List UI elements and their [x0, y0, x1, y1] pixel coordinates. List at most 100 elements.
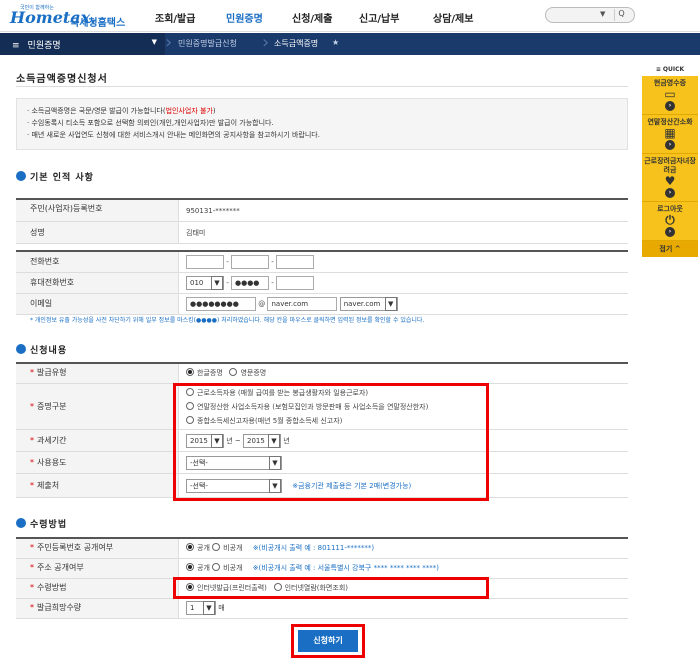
menu-application[interactable]: 신청/제출: [292, 10, 332, 25]
name-value: 김태미: [186, 229, 206, 237]
quick-logout[interactable]: 로그아웃 ⏻ ›: [642, 202, 698, 241]
menu-inquiry[interactable]: 조회/발급: [155, 10, 195, 25]
bullet-icon: [16, 344, 26, 354]
email-id-input[interactable]: ●●●●●●●●: [186, 297, 256, 311]
chevron-down-icon: ▼: [384, 297, 397, 311]
label: * 제출처: [16, 474, 179, 497]
at-sign: @: [258, 300, 266, 308]
email-domain-input[interactable]: naver.com: [267, 297, 338, 311]
label: * 주민등록번호 공개여부: [16, 539, 179, 558]
label: 전화번호: [16, 252, 179, 272]
radio-checked-icon: [186, 368, 194, 376]
highlight-box: [291, 624, 365, 658]
logo-korean: 국세청홈택스: [70, 18, 126, 29]
hamburger-icon: ≡: [12, 41, 20, 51]
arrow-icon: ›: [665, 140, 675, 150]
label: 성명: [16, 222, 179, 243]
phone-part2[interactable]: [230, 255, 269, 269]
basic-info-table: 주민(사업자)등록번호 950131-******* 성명 김태미: [16, 198, 628, 244]
quick-close-button[interactable]: 접기 ^: [642, 241, 698, 257]
label: 이메일: [16, 294, 179, 314]
phone-part3[interactable]: [275, 255, 314, 269]
bullet-icon: [16, 518, 26, 528]
highlight-box: [173, 383, 489, 501]
notice-line-1: · 소득금액증명은 국문/영문 발급이 가능합니다(법인사업자 불가): [27, 107, 216, 115]
rrn-closed-radio[interactable]: 비공개: [212, 543, 242, 552]
chevron-right-icon: ›: [262, 32, 270, 53]
radio-icon: [229, 368, 238, 376]
rrn-hint: ※(비공개시 출력 예 : 801111-*******): [252, 544, 375, 552]
radio-icon: [212, 543, 221, 551]
row-rrn: 주민(사업자)등록번호 950131-*******: [16, 200, 628, 222]
arrow-icon: ›: [665, 101, 675, 111]
row-addr-open: * 주소 공개여부 공개 비공개 ※(비공개시 출력 예 : 서울특별시 강북구 …: [16, 559, 628, 579]
logout-icon: ⏻: [665, 213, 675, 227]
label: * 수령방법: [16, 579, 179, 598]
star-icon[interactable]: ★: [332, 38, 339, 47]
radio-icon: [212, 563, 221, 571]
arrow-icon: ›: [665, 188, 675, 198]
row-phone: 전화번호 - -: [16, 252, 628, 273]
menu-report[interactable]: 신고/납부: [359, 10, 399, 25]
rrn-value: 950131-*******: [186, 207, 240, 215]
row-copies: * 발급희망수량 1 ▼ 매: [16, 599, 628, 619]
notice-box: · 소득금액증명은 국문/영문 발급이 가능합니다(법인사업자 불가) · 수임…: [16, 98, 628, 150]
label: * 사용용도: [16, 452, 179, 473]
top-header: 국민이 함께하는 Hometax. 국세청홈택스 조회/발급 민원증명 신청/제…: [0, 0, 700, 32]
quick-title: ≡ QUICK: [655, 66, 685, 73]
label: 휴대전화번호: [16, 273, 179, 293]
radio-checked-icon: [186, 543, 194, 551]
lang-en-radio[interactable]: 영문증명: [229, 368, 266, 377]
navigation-bar: ≡ 민원증명 ▼ › 민원증명발급신청 › 소득금액증명 ★: [0, 33, 700, 55]
quick-year-end[interactable]: 연말정산간소화 ▦ ›: [642, 115, 698, 154]
rrn-open-radio[interactable]: 공개: [186, 543, 210, 552]
section-basic-title: 기본 인적 사항: [16, 170, 94, 183]
row-mobile: 휴대전화번호 010 ▼ - ●●●● -: [16, 273, 628, 294]
row-name: 성명 김태미: [16, 222, 628, 244]
chevron-down-icon: ▼: [203, 601, 215, 615]
phone-part1[interactable]: [186, 255, 224, 269]
document-icon: ▦: [664, 126, 676, 140]
global-search[interactable]: ▼ Q: [545, 7, 635, 23]
chevron-down-icon: ▼: [211, 276, 223, 290]
row-email: 이메일 ●●●●●●●● @ naver.com naver.com ▼: [16, 294, 628, 315]
bullet-icon: [16, 171, 26, 181]
email-domain-select[interactable]: naver.com ▼: [339, 297, 398, 311]
row-language: * 발급유형 한글증명 영문증명: [16, 364, 628, 384]
arrow-icon: ›: [665, 227, 675, 237]
nav-menu-button[interactable]: ≡ 민원증명 ▼: [0, 33, 165, 55]
highlight-box: [173, 577, 489, 599]
quick-menu: ≡ QUICK 현금영수증 ▭ › 연말정산간소화 ▦ › 근로장려금자녀장려금…: [642, 66, 698, 326]
label: * 과세기간: [16, 430, 179, 451]
lang-ko-radio[interactable]: 한글증명: [186, 368, 223, 377]
addr-closed-radio[interactable]: 비공개: [212, 563, 242, 572]
mobile-mid-input[interactable]: ●●●●: [230, 276, 269, 290]
quick-incentive[interactable]: 근로장려금자녀장려금 ♥ ›: [642, 154, 698, 202]
mobile-last-input[interactable]: [275, 276, 314, 290]
label: 주민(사업자)등록번호: [16, 200, 179, 221]
heart-icon: ♥: [664, 174, 676, 188]
mobile-prefix-select[interactable]: 010 ▼: [186, 276, 224, 290]
search-icon[interactable]: Q: [614, 9, 628, 21]
quick-cash-receipt[interactable]: 현금영수증 ▭ ›: [642, 76, 698, 115]
section-apply-title: 신청내용: [16, 343, 67, 356]
section-receive-title: 수령방법: [16, 517, 67, 530]
menu-consult[interactable]: 상담/제보: [433, 10, 473, 25]
menu-certificate[interactable]: 민원증명: [226, 10, 263, 25]
copies-select[interactable]: 1 ▼: [186, 601, 216, 615]
divider: [16, 86, 628, 87]
row-rrn-open: * 주민등록번호 공개여부 공개 비공개 ※(비공개시 출력 예 : 801111…: [16, 539, 628, 559]
search-dropdown-icon[interactable]: ▼: [600, 10, 605, 18]
hometax-logo[interactable]: 국민이 함께하는 Hometax. 국세청홈택스: [8, 4, 128, 29]
dropdown-arrow-icon: ▼: [151, 38, 157, 46]
breadcrumb-issue[interactable]: 민원증명발급신청: [178, 38, 237, 49]
label: * 발급희망수량: [16, 599, 179, 618]
addr-open-radio[interactable]: 공개: [186, 563, 210, 572]
notice-line-2: · 수임동록시 티소득 포함으로 선택함 의뢰인(개인,개인사업자)만 발급이 …: [27, 119, 274, 127]
label: * 주소 공개여부: [16, 559, 179, 578]
chevron-right-icon: ›: [165, 32, 173, 53]
receipt-icon: ▭: [664, 87, 676, 101]
label: * 발급유형: [16, 364, 179, 383]
radio-checked-icon: [186, 563, 194, 571]
breadcrumb-income[interactable]: 소득금액증명: [274, 38, 318, 49]
